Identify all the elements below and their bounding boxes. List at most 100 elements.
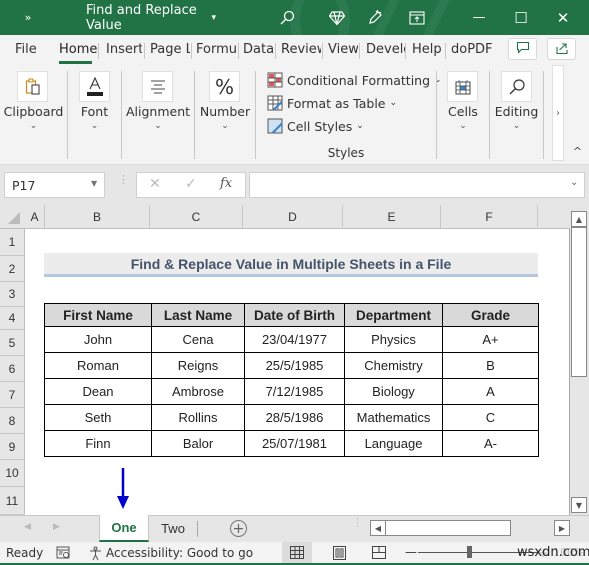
cell[interactable]: Cena (151, 326, 245, 353)
header-grade[interactable]: Grade (442, 303, 539, 327)
close-button[interactable]: ✕ (550, 0, 576, 35)
tab-file[interactable]: File (15, 42, 37, 57)
vertical-scrollbar[interactable]: ▲ ▼ (570, 205, 589, 515)
formula-bar-grip[interactable]: ⋮ (118, 174, 129, 185)
cell[interactable]: Physics (344, 326, 443, 353)
ribbon-display-icon[interactable] (406, 0, 428, 35)
header-first-name[interactable]: First Name (44, 303, 152, 327)
maximize-button[interactable]: ☐ (508, 0, 534, 35)
scroll-up-button[interactable]: ▲ (571, 211, 587, 227)
header-last-name[interactable]: Last Name (151, 303, 245, 327)
name-box-dropdown-icon[interactable]: ▼ (91, 179, 97, 188)
page-layout-view-button[interactable] (333, 546, 346, 563)
cell[interactable]: Chemistry (344, 352, 443, 379)
cell[interactable]: Finn (44, 430, 152, 457)
tab-help[interactable]: Help (412, 42, 442, 57)
cell[interactable]: Rollins (151, 404, 245, 431)
cell[interactable]: A+ (442, 326, 539, 353)
sheet-tab-two[interactable]: Two (149, 516, 197, 541)
add-sheet-button[interactable]: + (230, 520, 247, 537)
cell[interactable]: A- (442, 430, 539, 457)
ribbon-scroll-right-button[interactable]: › (552, 65, 564, 161)
row-header[interactable]: 2 (0, 256, 25, 282)
cell[interactable]: Seth (44, 404, 152, 431)
share-button[interactable] (547, 38, 576, 60)
clipboard-group[interactable]: Clipboard ⌄ (0, 65, 67, 161)
enter-icon[interactable]: ✓ (185, 176, 197, 192)
header-date-of-birth[interactable]: Date of Birth (244, 303, 345, 327)
column-header-e[interactable]: E (343, 205, 441, 229)
cell[interactable]: 28/5/1986 (244, 404, 345, 431)
cell[interactable]: Dean (44, 378, 152, 405)
row-header[interactable]: 5 (0, 330, 25, 356)
row-header[interactable]: 4 (0, 307, 25, 330)
row-header[interactable]: 3 (0, 282, 25, 307)
editing-group[interactable]: Editing ⌄ (490, 65, 543, 161)
scroll-right-button[interactable]: ▶ (554, 520, 570, 536)
zoom-slider-thumb[interactable] (467, 546, 472, 558)
cell[interactable]: 25/07/1981 (244, 430, 345, 457)
cancel-icon[interactable]: ✕ (149, 176, 161, 192)
row-header[interactable]: 1 (0, 229, 25, 256)
tab-formulas[interactable]: Formu (196, 42, 238, 57)
cell[interactable]: Biology (344, 378, 443, 405)
tab-insert[interactable]: Insert (106, 42, 142, 57)
qat-overflow-button[interactable]: » (18, 0, 38, 35)
tab-developer[interactable]: Develc (366, 42, 405, 57)
tab-home[interactable]: Home (59, 42, 97, 57)
format-as-table-button[interactable]: Format as Table ⌄ (267, 93, 397, 113)
alignment-group[interactable]: Alignment ⌄ (122, 65, 194, 161)
cell[interactable]: Roman (44, 352, 152, 379)
document-title[interactable]: Find and Replace Value ▾ (86, 0, 216, 35)
vertical-scroll-thumb[interactable] (571, 227, 587, 377)
cell[interactable]: Mathematics (344, 404, 443, 431)
formula-input[interactable]: ⌄ (249, 172, 585, 198)
comments-button[interactable] (508, 38, 537, 60)
cell[interactable]: Ambrose (151, 378, 245, 405)
row-header[interactable]: 6 (0, 356, 25, 382)
cell[interactable]: B (442, 352, 539, 379)
row-header[interactable]: 9 (0, 434, 25, 460)
normal-view-button[interactable] (282, 542, 312, 563)
row-header[interactable]: 10 (0, 460, 25, 487)
column-header-a[interactable]: A (25, 205, 45, 229)
macro-recording-icon[interactable] (56, 546, 70, 563)
scroll-left-button[interactable]: ◀ (370, 520, 386, 536)
cell[interactable]: C (442, 404, 539, 431)
cell[interactable]: A (442, 378, 539, 405)
tab-view[interactable]: View (328, 42, 358, 57)
pen-icon[interactable] (364, 0, 386, 35)
cell[interactable]: 23/04/1977 (244, 326, 345, 353)
tab-data[interactable]: Data (243, 42, 273, 57)
row-header[interactable]: 11 (0, 487, 25, 515)
scroll-down-button[interactable]: ▼ (571, 497, 587, 513)
tab-dopdf[interactable]: doPDF (451, 42, 493, 57)
search-icon[interactable] (276, 0, 298, 35)
cell[interactable]: 7/12/1985 (244, 378, 345, 405)
font-group[interactable]: Font ⌄ (68, 65, 121, 161)
cell[interactable]: Reigns (151, 352, 245, 379)
cell-styles-button[interactable]: Cell Styles ⌄ (267, 116, 364, 136)
column-header-f[interactable]: F (441, 205, 538, 229)
collapse-ribbon-button[interactable]: ^ (570, 145, 585, 159)
insert-function-icon[interactable]: fx (220, 176, 232, 191)
column-header-b[interactable]: B (45, 205, 150, 229)
select-all-button[interactable] (0, 205, 25, 229)
expand-formula-bar-icon[interactable]: ⌄ (570, 177, 578, 188)
name-box[interactable]: P17 ▼ (4, 172, 105, 198)
number-group[interactable]: % Number ⌄ (195, 65, 255, 161)
row-header[interactable]: 8 (0, 408, 25, 434)
accessibility-status[interactable]: Accessibility: Good to go (106, 546, 253, 560)
sheet-title-cell[interactable]: Find & Replace Value in Multiple Sheets … (44, 253, 538, 277)
cell[interactable]: Language (344, 430, 443, 457)
zoom-out-button[interactable]: — (405, 545, 417, 559)
cell[interactable]: Balor (151, 430, 245, 457)
page-break-view-button[interactable] (372, 546, 386, 562)
tab-split-grip[interactable]: ⋮ (352, 517, 363, 528)
next-sheet-button[interactable]: ▶ (53, 522, 60, 532)
tab-page-layout[interactable]: Page L (150, 42, 190, 57)
row-header[interactable]: 7 (0, 382, 25, 408)
header-department[interactable]: Department (344, 303, 443, 327)
column-header-d[interactable]: D (243, 205, 343, 229)
diamond-icon[interactable] (326, 0, 348, 35)
